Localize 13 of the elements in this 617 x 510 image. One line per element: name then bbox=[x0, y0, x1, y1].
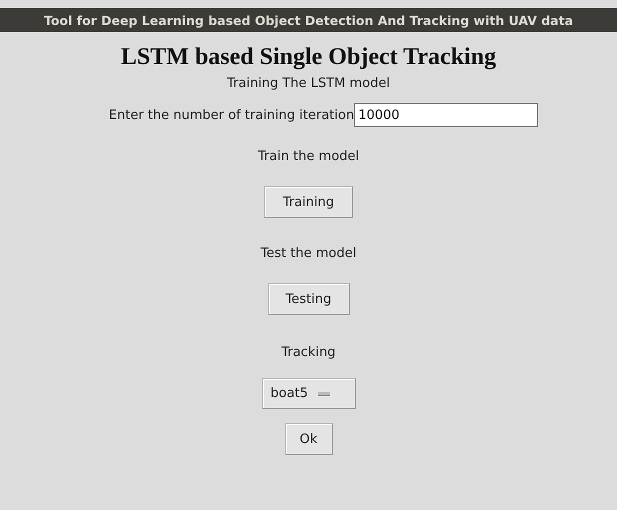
testing-button[interactable]: Testing bbox=[268, 283, 350, 315]
ok-button[interactable]: Ok bbox=[284, 423, 332, 455]
dropdown-indicator-icon bbox=[318, 392, 330, 396]
subtitle: Training The LSTM model bbox=[226, 76, 390, 91]
window-title: Tool for Deep Learning based Object Detection And Tracking with UAV data bbox=[44, 12, 574, 28]
tracking-dropdown[interactable]: boat5 bbox=[262, 378, 356, 409]
iterations-field[interactable]: 10000 bbox=[354, 103, 538, 127]
test-label: Test the model bbox=[260, 246, 356, 261]
tracking-label: Tracking bbox=[281, 345, 336, 360]
train-label: Train the model bbox=[258, 149, 360, 164]
heading: LSTM based Single Object Tracking bbox=[120, 44, 496, 71]
training-button[interactable]: Training bbox=[264, 186, 353, 218]
iterations-label: Enter the number of training iteration bbox=[108, 108, 354, 122]
